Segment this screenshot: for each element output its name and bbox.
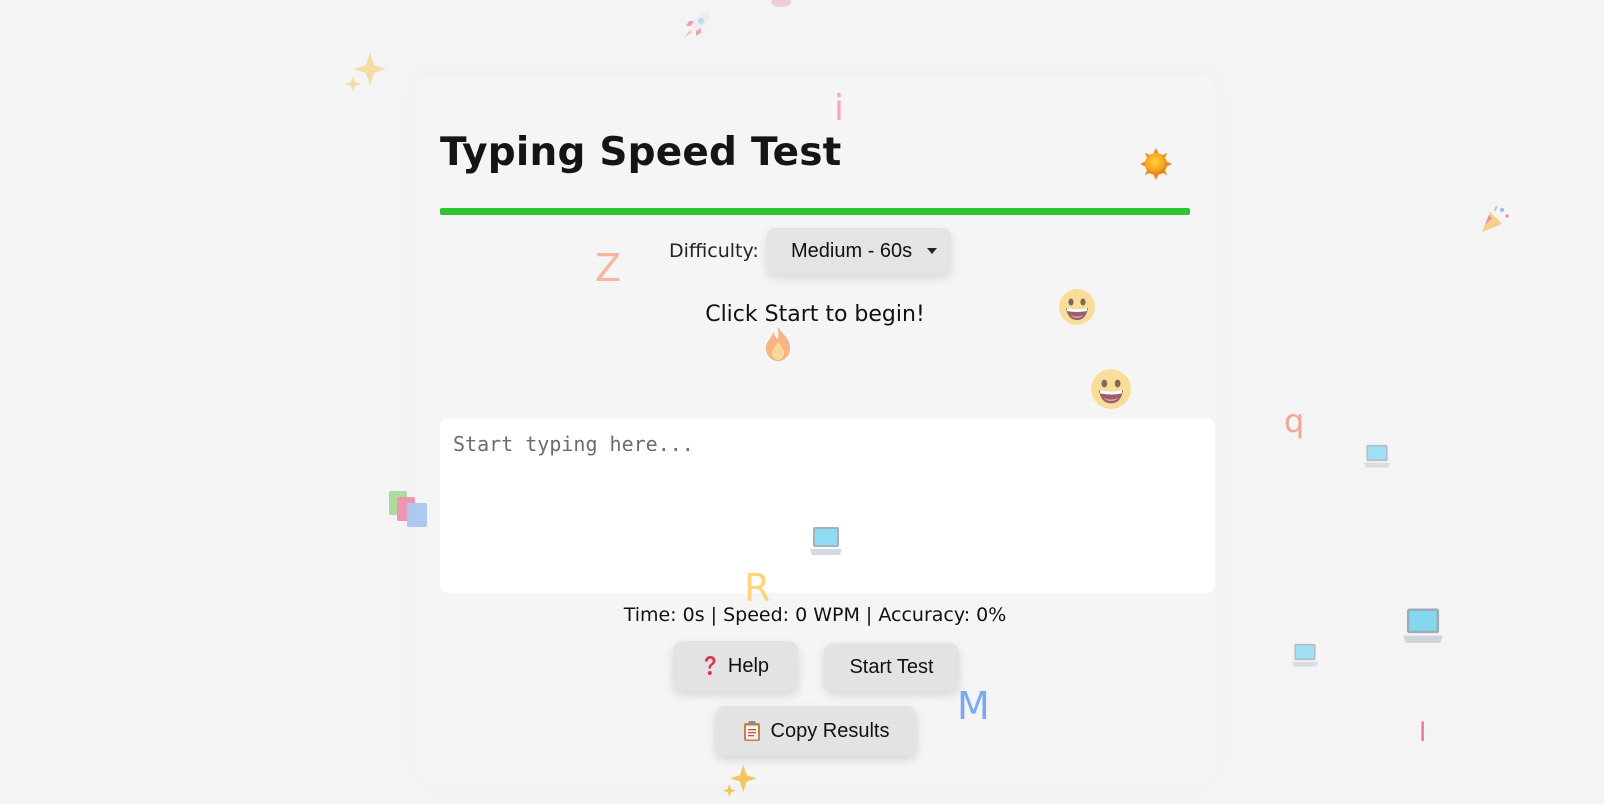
sun-icon	[1140, 148, 1172, 180]
floating-letter: l	[1419, 718, 1427, 748]
difficulty-label: Difficulty:	[669, 240, 759, 262]
copy-results-button-label: Copy Results	[770, 719, 890, 742]
theme-toggle-button[interactable]	[1140, 148, 1172, 180]
progress-bar	[440, 208, 1190, 215]
rocket-icon	[684, 12, 710, 38]
copy-results-button[interactable]: Copy Results	[715, 706, 917, 756]
status-message: Click Start to begin!	[705, 302, 925, 327]
stats-readout: Time: 0s | Speed: 0 WPM | Accuracy: 0%	[623, 604, 1007, 626]
page-title: Typing Speed Test	[440, 130, 842, 175]
caret-down-icon	[927, 248, 937, 254]
clipboard-icon	[743, 720, 761, 742]
difficulty-select[interactable]: Medium - 60s	[767, 228, 951, 274]
sparkles-icon	[345, 52, 386, 92]
party-popper-icon	[1482, 205, 1509, 232]
laptop-icon	[1403, 608, 1443, 644]
laptop-icon	[1292, 643, 1318, 667]
difficulty-selected-value: Medium - 60s	[791, 239, 913, 262]
question-mark-icon	[702, 655, 718, 677]
flower-icon	[771, 0, 791, 7]
progress-bar-fill	[440, 208, 1190, 215]
floating-letter: q	[1284, 402, 1305, 440]
start-test-button[interactable]: Start Test	[824, 643, 959, 691]
typing-input[interactable]	[440, 418, 1215, 593]
help-button-label: Help	[727, 654, 770, 677]
help-button[interactable]: Help	[673, 641, 798, 691]
laptop-icon	[1364, 444, 1390, 468]
start-test-button-label: Start Test	[849, 655, 934, 678]
